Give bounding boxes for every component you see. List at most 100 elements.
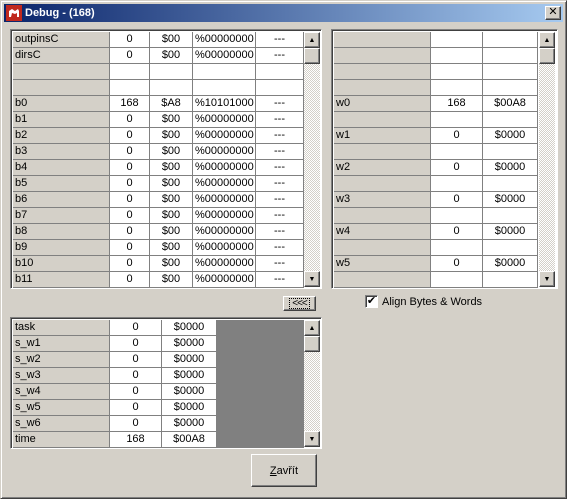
table-row[interactable]: b8 0 $00 %00000000 --- — [13, 224, 304, 240]
variable-name-cell — [334, 176, 431, 192]
table-row[interactable]: s_w3 0 $0000 — [13, 368, 217, 384]
variable-name-cell — [13, 64, 110, 80]
align-bytes-words-option[interactable]: ✔ Align Bytes & Words — [365, 295, 482, 308]
value-cell: $00 — [150, 192, 193, 208]
byte-grid-scrollbar[interactable]: ▲ ▼ — [304, 32, 320, 287]
word-register-grid[interactable]: w0 168 $00A8 w1 0 $0000 w2 0 $0000 w3 0 $0000 w4 0 $00… — [331, 29, 558, 289]
table-row[interactable] — [334, 112, 538, 128]
table-row[interactable]: s_w1 0 $0000 — [13, 336, 217, 352]
scroll-thumb[interactable] — [304, 48, 320, 64]
title-bar[interactable]: Debug - (168) ✕ — [4, 4, 563, 22]
value-cell: --- — [256, 176, 304, 192]
table-row[interactable] — [13, 64, 304, 80]
value-cell: 168 — [431, 96, 483, 112]
value-cell — [256, 80, 304, 96]
table-row[interactable]: b10 0 $00 %00000000 --- — [13, 256, 304, 272]
table-row[interactable] — [334, 176, 538, 192]
table-row[interactable]: s_w5 0 $0000 — [13, 400, 217, 416]
table-row[interactable]: outpinsC 0 $00 %00000000 --- — [13, 32, 304, 48]
value-cell: %00000000 — [193, 160, 256, 176]
variable-name-cell: b6 — [13, 192, 110, 208]
value-cell: $0000 — [162, 400, 217, 416]
task-variable-rows: task 0 $0000 s_w1 0 $0000 s_w2 0 $0000 s_w3 0 $0000… — [13, 320, 217, 448]
value-cell: $00A8 — [162, 432, 217, 448]
table-row[interactable] — [334, 240, 538, 256]
value-cell — [193, 64, 256, 80]
table-row[interactable]: w4 0 $0000 — [334, 224, 538, 240]
value-cell: %10101000 — [193, 96, 256, 112]
variable-name-cell — [334, 208, 431, 224]
value-cell: %00000000 — [193, 144, 256, 160]
table-row[interactable]: b2 0 $00 %00000000 --- — [13, 128, 304, 144]
value-cell: 0 — [110, 416, 162, 432]
table-row[interactable] — [334, 48, 538, 64]
table-row[interactable] — [334, 272, 538, 288]
align-bytes-words-checkbox[interactable]: ✔ — [365, 295, 378, 308]
value-cell — [256, 64, 304, 80]
value-cell — [150, 80, 193, 96]
table-row[interactable]: b11 0 $00 %00000000 --- — [13, 272, 304, 288]
value-cell: 0 — [110, 400, 162, 416]
table-row[interactable]: w3 0 $0000 — [334, 192, 538, 208]
table-row[interactable]: b0 168 $A8 %10101000 --- — [13, 96, 304, 112]
variable-name-cell: b7 — [13, 208, 110, 224]
table-row[interactable] — [334, 144, 538, 160]
scroll-thumb[interactable] — [304, 336, 320, 352]
value-cell — [483, 208, 538, 224]
value-cell: $00 — [150, 208, 193, 224]
table-row[interactable]: s_w6 0 $0000 — [13, 416, 217, 432]
collapse-button[interactable]: <<< — [283, 296, 316, 311]
table-row[interactable]: b3 0 $00 %00000000 --- — [13, 144, 304, 160]
scroll-up-icon[interactable]: ▲ — [304, 320, 320, 336]
value-cell — [431, 80, 483, 96]
value-cell: 0 — [431, 224, 483, 240]
value-cell: $00 — [150, 272, 193, 288]
value-cell: 0 — [431, 128, 483, 144]
value-cell: 0 — [110, 192, 150, 208]
scroll-down-icon[interactable]: ▼ — [539, 271, 555, 287]
table-row[interactable]: s_w4 0 $0000 — [13, 384, 217, 400]
table-row[interactable]: w0 168 $00A8 — [334, 96, 538, 112]
scroll-thumb[interactable] — [539, 48, 555, 64]
task-variable-grid[interactable]: task 0 $0000 s_w1 0 $0000 s_w2 0 $0000 s_w3 0 $0000… — [10, 317, 322, 449]
value-cell: $00 — [150, 48, 193, 64]
table-row[interactable]: b9 0 $00 %00000000 --- — [13, 240, 304, 256]
table-row[interactable] — [334, 32, 538, 48]
close-button[interactable]: Zavřít — [251, 454, 317, 487]
scroll-down-icon[interactable]: ▼ — [304, 431, 320, 447]
table-row[interactable]: task 0 $0000 — [13, 320, 217, 336]
debug-window: Debug - (168) ✕ outpinsC 0 $00 %00000000 ---… — [0, 0, 567, 499]
table-row[interactable]: w1 0 $0000 — [334, 128, 538, 144]
table-row[interactable]: time 168 $00A8 — [13, 432, 217, 448]
scroll-down-icon[interactable]: ▼ — [304, 271, 320, 287]
value-cell: 0 — [110, 352, 162, 368]
variable-name-cell: time — [13, 432, 110, 448]
variable-name-cell: dirsC — [13, 48, 110, 64]
word-grid-scrollbar[interactable]: ▲ ▼ — [539, 32, 555, 287]
value-cell: $0000 — [162, 384, 217, 400]
variable-name-cell: w3 — [334, 192, 431, 208]
value-cell: 0 — [431, 192, 483, 208]
table-row[interactable] — [334, 208, 538, 224]
table-row[interactable] — [13, 80, 304, 96]
task-grid-scrollbar[interactable]: ▲ ▼ — [304, 320, 320, 447]
table-row[interactable]: b4 0 $00 %00000000 --- — [13, 160, 304, 176]
table-row[interactable]: w2 0 $0000 — [334, 160, 538, 176]
scroll-up-icon[interactable]: ▲ — [539, 32, 555, 48]
table-row[interactable]: dirsC 0 $00 %00000000 --- — [13, 48, 304, 64]
byte-register-grid[interactable]: outpinsC 0 $00 %00000000 --- dirsC 0 $00 %000000… — [10, 29, 322, 289]
table-row[interactable] — [334, 80, 538, 96]
value-cell: %00000000 — [193, 240, 256, 256]
scroll-up-icon[interactable]: ▲ — [304, 32, 320, 48]
table-row[interactable]: w5 0 $0000 — [334, 256, 538, 272]
table-row[interactable]: s_w2 0 $0000 — [13, 352, 217, 368]
table-row[interactable] — [334, 64, 538, 80]
value-cell — [431, 48, 483, 64]
table-row[interactable]: b5 0 $00 %00000000 --- — [13, 176, 304, 192]
table-row[interactable]: b1 0 $00 %00000000 --- — [13, 112, 304, 128]
table-row[interactable]: b6 0 $00 %00000000 --- — [13, 192, 304, 208]
table-row[interactable]: b7 0 $00 %00000000 --- — [13, 208, 304, 224]
value-cell: 0 — [110, 208, 150, 224]
close-icon[interactable]: ✕ — [545, 6, 561, 20]
value-cell: $0000 — [162, 368, 217, 384]
